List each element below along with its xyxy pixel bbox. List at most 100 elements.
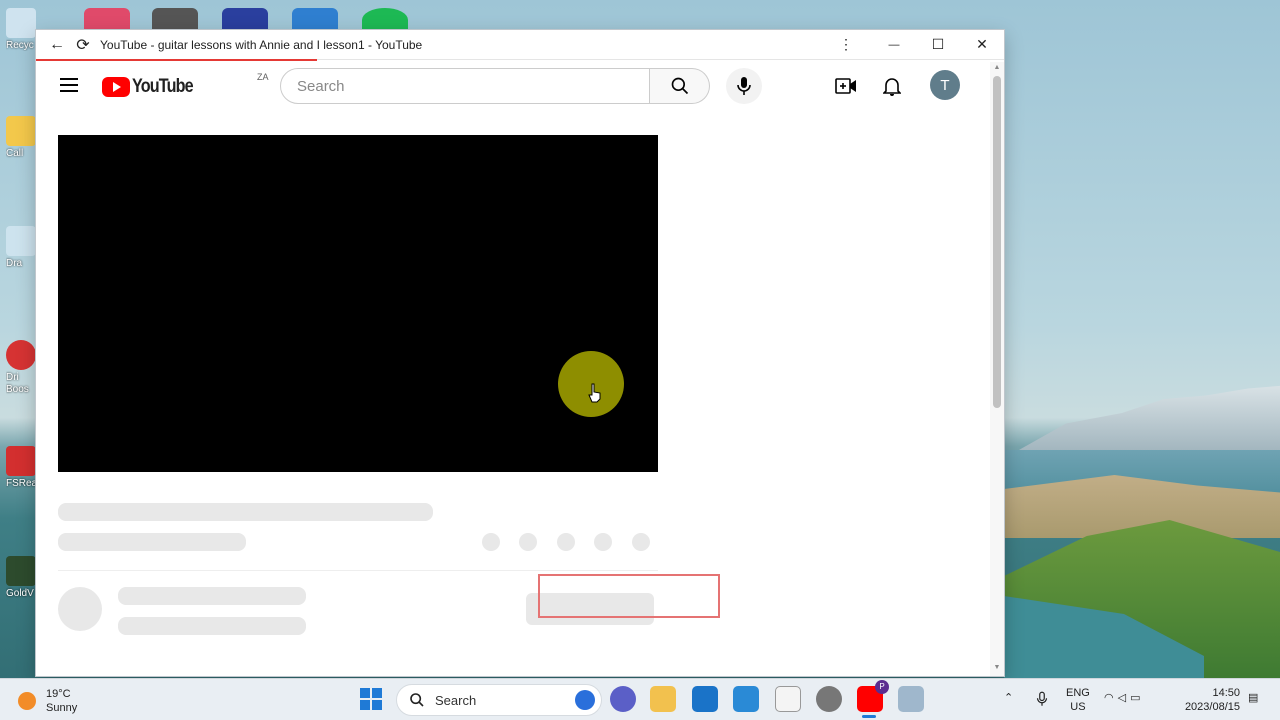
- menu-icon[interactable]: [60, 78, 78, 92]
- goldwave-icon: [6, 556, 36, 586]
- page-load-progress: [36, 59, 317, 61]
- desktop-app-icon[interactable]: [152, 8, 198, 32]
- close-button[interactable]: ✕: [960, 31, 1004, 59]
- recycle-bin-icon: [6, 8, 36, 38]
- minimize-button[interactable]: —: [872, 31, 916, 59]
- back-button[interactable]: ←: [44, 32, 70, 58]
- voice-search-button[interactable]: [726, 68, 762, 104]
- language-label: ENG: [1066, 687, 1090, 699]
- video-add-icon: [835, 78, 856, 94]
- action-placeholder: [519, 533, 537, 551]
- minimize-icon: —: [888, 38, 900, 51]
- search-box[interactable]: [280, 68, 650, 104]
- country-code: ZA: [257, 72, 269, 82]
- clock[interactable]: 14:50 2023/08/15: [1180, 686, 1240, 714]
- logo-text: YouTube: [132, 76, 194, 97]
- desktop-icon-recycle-bin[interactable]: Recyc: [6, 8, 40, 51]
- views-placeholder: [58, 533, 246, 551]
- youtube-header: YouTube ZA T: [36, 64, 988, 110]
- desktop-icon-label: FSRead: [6, 478, 40, 489]
- channel-avatar-placeholder: [58, 587, 102, 631]
- more-vertical-icon: ⋮: [839, 36, 853, 52]
- settings-gear-icon[interactable]: [816, 686, 842, 712]
- desktop-icon-driver-booster[interactable]: Dri Boos: [6, 340, 40, 396]
- app-icon: [6, 226, 36, 256]
- date: 2023/08/15: [1184, 701, 1240, 713]
- desktop-icon-fsreader[interactable]: FSRead: [6, 446, 40, 489]
- weather-desc: Sunny: [46, 702, 78, 714]
- avatar-initial: T: [940, 76, 950, 94]
- time: 14:50: [1212, 687, 1240, 699]
- desktop-icon-label: Recyc: [6, 40, 34, 51]
- file-explorer-icon[interactable]: [650, 686, 676, 712]
- maximize-button[interactable]: ☐: [916, 31, 960, 59]
- notification-badge: P: [875, 680, 889, 694]
- youtube-logo[interactable]: YouTube ZA: [102, 72, 269, 98]
- weather-widget[interactable]: 19°C Sunny: [18, 687, 77, 715]
- system-tray-icons[interactable]: ◠◁▭: [1104, 691, 1144, 705]
- scroll-down-icon[interactable]: ▼: [993, 664, 1001, 672]
- search-button[interactable]: [650, 68, 710, 104]
- window-title: YouTube - guitar lessons with Annie and …: [100, 37, 423, 52]
- reload-button[interactable]: ⟳: [70, 32, 96, 58]
- desktop-app-icon[interactable]: [292, 8, 338, 32]
- active-app-indicator: [862, 715, 876, 718]
- sun-icon: [18, 692, 36, 710]
- speaker-icon: ◁: [1117, 692, 1131, 704]
- folder-icon: [6, 116, 36, 146]
- notifications-icon[interactable]: ▤: [1248, 691, 1258, 705]
- close-icon: ✕: [976, 36, 988, 52]
- spotify-icon[interactable]: [362, 8, 408, 32]
- desktop-icon-draw[interactable]: Dra: [6, 226, 40, 269]
- language-indicator[interactable]: ENG US: [1066, 686, 1090, 714]
- desktop-icon-label: GoldV: [6, 588, 34, 599]
- windows-start-icon[interactable]: [360, 688, 382, 710]
- battery-icon: ▭: [1130, 692, 1145, 704]
- notepad-icon[interactable]: [775, 686, 801, 712]
- region-label: US: [1070, 701, 1086, 713]
- desktop-icon-label: Call: [6, 148, 24, 159]
- youtube-play-icon: [102, 77, 130, 97]
- taskbar: 19°C Sunny Search P ⌃ ENG US ◠◁▭ 14:50 2…: [0, 678, 1280, 720]
- highlight-box: [538, 574, 720, 618]
- maximize-icon: ☐: [931, 36, 945, 52]
- youtube-taskbar-icon[interactable]: P: [857, 680, 889, 712]
- back-icon: ←: [49, 35, 65, 53]
- action-placeholder: [632, 533, 650, 551]
- scrollbar[interactable]: ▲ ▼: [990, 62, 1004, 676]
- fsreader-icon: [6, 446, 36, 476]
- mail-icon[interactable]: [692, 686, 718, 712]
- wallpaper-mountain: [1010, 385, 1280, 455]
- app-icon[interactable]: [898, 686, 924, 712]
- taskbar-search[interactable]: Search: [396, 684, 602, 716]
- search-input[interactable]: [297, 77, 649, 95]
- title-placeholder: [58, 503, 433, 521]
- reload-icon: ⟳: [76, 36, 90, 54]
- desktop-app-icon[interactable]: [84, 8, 130, 32]
- chevron-up-icon[interactable]: ⌃: [1004, 691, 1013, 705]
- bell-icon: [883, 78, 901, 96]
- desktop-icon-goldwave[interactable]: GoldV: [6, 556, 40, 599]
- scroll-thumb[interactable]: [993, 76, 1001, 408]
- teams-icon[interactable]: [610, 686, 636, 712]
- desktop-app-icon[interactable]: [222, 8, 268, 32]
- desktop-icon-label: Dra: [6, 258, 23, 269]
- create-button[interactable]: [834, 74, 858, 98]
- desktop-icon-label: Dri Boos: [6, 372, 29, 395]
- scroll-up-icon[interactable]: ▲: [993, 64, 1001, 72]
- desktop-icon-call[interactable]: Call: [6, 116, 40, 159]
- browser-menu-button[interactable]: ⋮: [824, 31, 868, 59]
- search-icon: [671, 77, 688, 95]
- account-avatar[interactable]: T: [930, 70, 960, 100]
- notifications-button[interactable]: [880, 74, 904, 98]
- subscribers-placeholder: [118, 617, 306, 635]
- store-icon[interactable]: [733, 686, 759, 712]
- hand-cursor-icon: [588, 383, 601, 403]
- search-icon: [410, 693, 424, 707]
- microphone-icon[interactable]: [1036, 691, 1048, 707]
- wifi-icon: ◠: [1104, 692, 1118, 704]
- video-player[interactable]: [58, 135, 658, 472]
- action-placeholder: [482, 533, 500, 551]
- divider: [58, 570, 658, 571]
- driver-booster-icon: [6, 340, 36, 370]
